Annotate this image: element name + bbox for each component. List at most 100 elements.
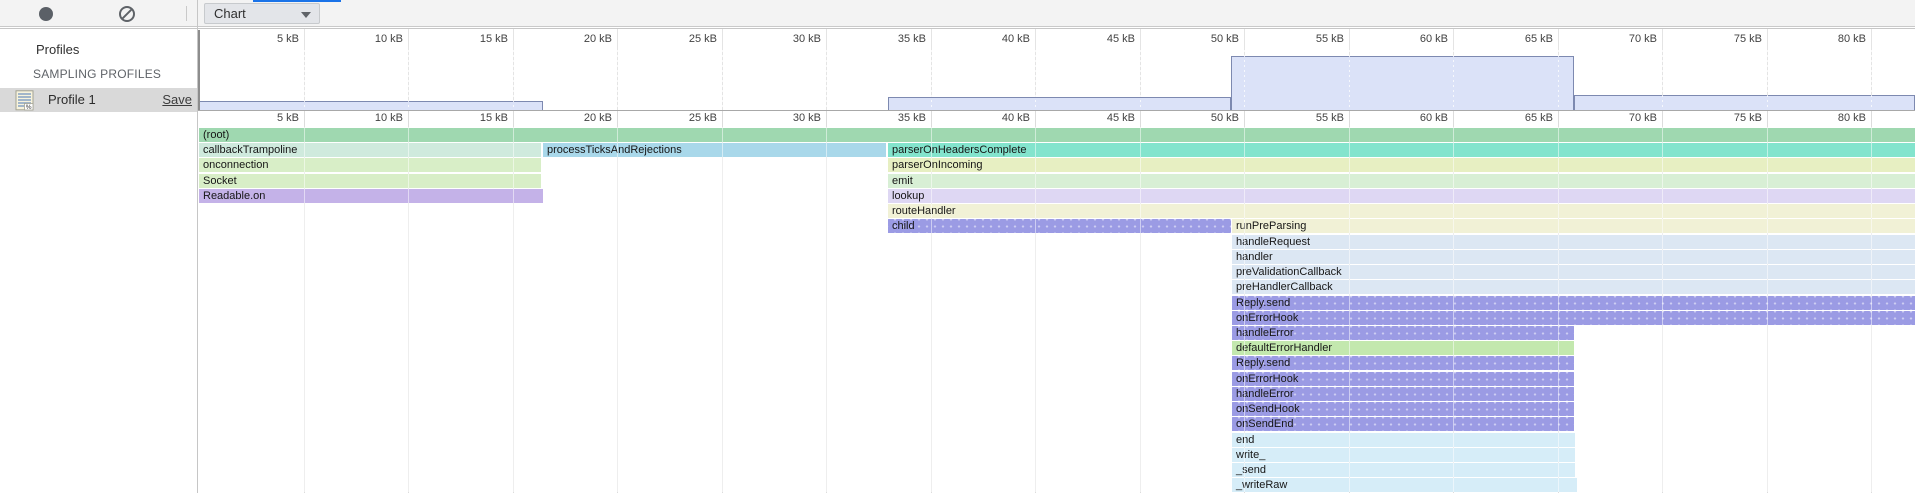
chevron-down-icon [301, 12, 311, 18]
profiles-heading: Profiles [36, 42, 79, 57]
overview-tick-label: 55 kB [1286, 33, 1344, 45]
overview-gridline-dash [826, 50, 827, 110]
flamechart-tick-label: 80 kB [1808, 112, 1866, 124]
flamechart-gridline-highlight [304, 127, 305, 492]
overview-gridline-dash [1349, 50, 1350, 110]
flamechart-gridline-highlight [1767, 127, 1768, 492]
overview-area-step [1574, 95, 1915, 110]
view-mode-value: Chart [214, 6, 246, 21]
overview-tick-label: 80 kB [1808, 33, 1866, 45]
overview-gridline-dash [722, 50, 723, 110]
flamechart-gridline-highlight [826, 127, 827, 492]
flamechart-tick-label: 45 kB [1077, 112, 1135, 124]
flamechart-gridline-highlight [1453, 127, 1454, 492]
overview-gridline-dash [1244, 50, 1245, 110]
flame-bar[interactable]: (root) [199, 128, 1915, 142]
flame-bar[interactable]: handler [1232, 250, 1915, 264]
view-mode-select[interactable]: Chart [204, 3, 320, 24]
pane-top-border [0, 28, 1915, 29]
flame-bar[interactable]: runPreParsing [1232, 219, 1915, 233]
overview-area-step [199, 101, 543, 110]
flame-bar[interactable]: onSendEnd [1232, 417, 1574, 431]
overview-gridline-dash [1558, 50, 1559, 110]
overview-tick-label: 45 kB [1077, 33, 1135, 45]
flame-bar[interactable]: handleError [1232, 326, 1574, 340]
overview-tick-label: 70 kB [1599, 33, 1657, 45]
flamechart-tick-label: 40 kB [972, 112, 1030, 124]
toolbar: Chart [0, 0, 1915, 27]
flame-bar[interactable]: preHandlerCallback [1232, 280, 1915, 294]
flamechart-gridline-highlight [1140, 127, 1141, 492]
flamechart-gridline-highlight [408, 127, 409, 492]
flamechart-tick-label: 15 kB [450, 112, 508, 124]
sidebar-item-profile-1[interactable]: % Profile 1 Save [0, 88, 197, 112]
flame-bar[interactable]: emit [888, 174, 1915, 188]
overview-gridline-dash [513, 50, 514, 110]
sidebar-divider[interactable] [197, 0, 198, 493]
overview-tick-label: 25 kB [659, 33, 717, 45]
overview-tick-label: 65 kB [1495, 33, 1553, 45]
overview-gridline-dash [931, 50, 932, 110]
flamechart-tick-label: 35 kB [868, 112, 926, 124]
overview-gridline-dash [617, 50, 618, 110]
flamechart-tick-label: 75 kB [1704, 112, 1762, 124]
flame-bar[interactable]: Readable.on [199, 189, 543, 203]
toolbar-divider [186, 6, 187, 21]
overview-tick-label: 10 kB [345, 33, 403, 45]
active-tab-indicator [253, 0, 341, 2]
overview-gridline-dash [1871, 50, 1872, 110]
flame-bar[interactable]: Reply.send [1232, 356, 1574, 370]
flamechart-tick-label: 65 kB [1495, 112, 1553, 124]
flame-bar[interactable]: _send [1232, 463, 1575, 477]
flamechart-gridline-highlight [1349, 127, 1350, 492]
flame-bar[interactable]: routeHandler [888, 204, 1915, 218]
flame-bar[interactable]: parserOnIncoming [888, 158, 1915, 172]
overview-gridline-dash [1767, 50, 1768, 110]
flamechart-tick-label: 10 kB [345, 112, 403, 124]
overview-gridline-dash [1662, 50, 1663, 110]
overview-selection-handle[interactable] [198, 30, 200, 110]
overview-area-step [888, 97, 1231, 110]
flamechart-gridline-highlight [617, 127, 618, 492]
flamechart-tick-label: 20 kB [554, 112, 612, 124]
overview-tick-label: 20 kB [554, 33, 612, 45]
flame-bar[interactable]: onErrorHook [1232, 372, 1574, 386]
record-icon[interactable] [39, 7, 53, 21]
flamechart-gridline-highlight [722, 127, 723, 492]
overview-tick-label: 5 kB [241, 33, 299, 45]
overview-tick-label: 15 kB [450, 33, 508, 45]
flame-bar[interactable]: child [888, 219, 1231, 233]
overview-tick-label: 75 kB [1704, 33, 1762, 45]
save-link[interactable]: Save [162, 92, 192, 107]
flamechart-tick-label: 70 kB [1599, 112, 1657, 124]
flame-bar[interactable]: _writeRaw [1232, 478, 1577, 492]
flamechart-gridline-highlight [1244, 127, 1245, 492]
flame-bar[interactable]: onErrorHook [1232, 311, 1915, 325]
flame-bar[interactable]: onconnection [199, 158, 541, 172]
flame-bar[interactable]: preValidationCallback [1232, 265, 1915, 279]
flame-bar[interactable]: callbackTrampoline [199, 143, 541, 157]
profile-icon: % [15, 90, 35, 116]
memory-profiler-panel: Chart Profiles SAMPLING PROFILES % [0, 0, 1915, 493]
flame-bar[interactable]: defaultErrorHandler [1232, 341, 1574, 355]
svg-text:%: % [26, 104, 32, 111]
clear-icon[interactable] [119, 6, 135, 22]
flame-bar[interactable]: Reply.send [1232, 296, 1915, 310]
overview-tick-label: 60 kB [1390, 33, 1448, 45]
overview-bottom-border [198, 110, 1915, 111]
flame-bar[interactable]: write_ [1232, 448, 1575, 462]
overview-gridline-dash [1140, 50, 1141, 110]
flame-bar[interactable]: handleError [1232, 387, 1574, 401]
flame-bar[interactable]: processTicksAndRejections [543, 143, 886, 157]
profile-name: Profile 1 [48, 92, 96, 107]
flame-bar[interactable]: parserOnHeadersComplete [888, 143, 1915, 157]
flamechart-tick-label: 25 kB [659, 112, 717, 124]
overview-gridline-dash [304, 50, 305, 110]
flame-bar[interactable]: handleRequest [1232, 235, 1915, 249]
flame-bar[interactable]: lookup [888, 189, 1915, 203]
flame-bar[interactable]: end [1232, 433, 1575, 447]
overview-gridline-dash [1453, 50, 1454, 110]
flamechart-gridline-highlight [513, 127, 514, 492]
flame-bar[interactable]: Socket [199, 174, 541, 188]
flame-bar[interactable]: onSendHook [1232, 402, 1574, 416]
